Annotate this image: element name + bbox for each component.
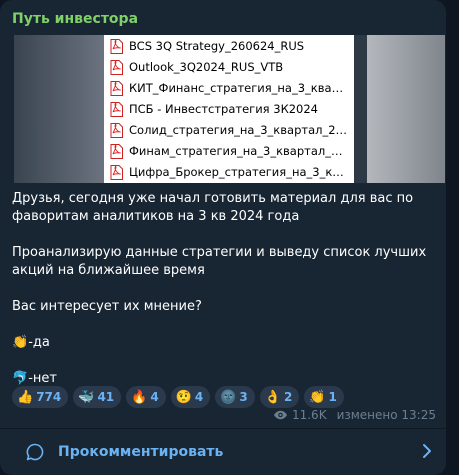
reaction-count: 4 — [194, 390, 204, 404]
file-name: КИТ_Финанс_стратегия_на_3_квартал_2... — [129, 81, 349, 95]
comments-button[interactable]: Прокомментировать — [0, 429, 446, 475]
reaction-count: 4 — [150, 390, 159, 404]
reactions-bar: 👍 774 🐳 41 🔥 4 🤨 4 🌚 3 👌 2 👏 1 — [12, 386, 344, 408]
image-blur-right — [367, 35, 445, 183]
post-line: Вас интересует их мнение? — [12, 299, 202, 314]
file-list: BCS 3Q Strategy_260624_RUS Outlook_3Q202… — [104, 35, 354, 183]
post-line: Друзья, сегодня уже начал готовить матер… — [12, 191, 414, 206]
views-count: 11.6K — [291, 408, 327, 422]
pdf-file-icon — [110, 38, 123, 54]
whale-icon: 🐳 — [78, 389, 95, 405]
reaction-count: 1 — [328, 390, 337, 404]
vote-no-text: -нет — [28, 371, 57, 386]
post-image[interactable]: BCS 3Q Strategy_260624_RUS Outlook_3Q202… — [14, 35, 445, 183]
reaction-fire[interactable]: 🔥 4 — [126, 386, 166, 408]
thumbs-up-icon: 👍 — [17, 389, 34, 405]
reaction-count: 3 — [239, 390, 248, 404]
edited-time: изменено 13:25 — [336, 408, 436, 422]
pdf-file-icon — [110, 80, 123, 96]
file-name: Цифра_Брокер_стратегия_на_3_квартал... — [129, 165, 349, 179]
file-name: BCS 3Q Strategy_260624_RUS — [129, 39, 305, 53]
clap-emoji: 👏 — [12, 335, 29, 350]
new-moon-face-icon: 🌚 — [220, 389, 237, 405]
channel-post: Путь инвестора BCS 3Q Strategy_260624_RU… — [0, 0, 446, 475]
post-text: Друзья, сегодня уже начал готовить матер… — [12, 190, 432, 388]
file-name: ПСБ - Инвестстратегия 3К2024 — [129, 102, 319, 116]
file-row: Цифра_Брокер_стратегия_на_3_квартал... — [110, 162, 354, 182]
pdf-file-icon — [110, 164, 123, 180]
comments-label: Прокомментировать — [58, 444, 224, 460]
comment-bubble-icon — [26, 443, 44, 461]
channel-name[interactable]: Путь инвестора — [12, 11, 138, 27]
eye-icon — [273, 410, 288, 420]
post-line: Проанализирую данные стратегии и выведу … — [12, 245, 427, 260]
pdf-file-icon — [110, 101, 123, 117]
post-meta: 11.6K изменено 13:25 — [273, 408, 436, 422]
reaction-ok-hand[interactable]: 👌 2 — [259, 386, 300, 408]
file-name: Финам_стратегия_на_3_квартал_2024_г... — [129, 144, 349, 158]
reaction-count: 2 — [283, 390, 293, 404]
reaction-count: 774 — [36, 390, 62, 404]
reaction-clap[interactable]: 👏 1 — [304, 386, 344, 408]
pdf-file-icon — [110, 122, 123, 138]
file-row: КИТ_Финанс_стратегия_на_3_квартал_2... — [110, 78, 354, 98]
reaction-new-moon-face[interactable]: 🌚 3 — [215, 386, 255, 408]
pdf-file-icon — [110, 59, 123, 75]
reaction-count: 41 — [97, 390, 115, 404]
file-name: Outlook_3Q2024_RUS_VTB — [129, 60, 284, 74]
reaction-whale[interactable]: 🐳 41 — [73, 386, 122, 408]
raised-eyebrow-icon: 🤨 — [175, 389, 192, 405]
file-row: Солид_стратегия_на_3_квартал_2024_го... — [110, 120, 354, 140]
file-row: Outlook_3Q2024_RUS_VTB — [110, 57, 354, 77]
reaction-thumbs-up[interactable]: 👍 774 — [12, 386, 69, 408]
vote-yes-text: -да — [28, 335, 50, 350]
file-name: Солид_стратегия_на_3_квартал_2024_го... — [129, 123, 349, 137]
chevron-right-icon — [423, 444, 431, 458]
file-row: ПСБ - Инвестстратегия 3К2024 — [110, 99, 354, 119]
file-row: Финам_стратегия_на_3_квартал_2024_г... — [110, 141, 354, 161]
ok-hand-icon: 👌 — [264, 389, 281, 405]
pdf-file-icon — [110, 143, 123, 159]
post-line: фаворитам аналитиков на 3 кв 2024 года — [12, 209, 300, 224]
dolphin-emoji: 🐬 — [12, 371, 29, 386]
post-line: акций на ближайшее время — [12, 263, 205, 278]
image-blur-left — [14, 35, 104, 183]
fire-icon: 🔥 — [131, 389, 148, 405]
clap-icon: 👏 — [309, 389, 326, 405]
vote-yes-line: 👏-да — [12, 334, 432, 352]
file-row: BCS 3Q Strategy_260624_RUS — [110, 36, 354, 56]
reaction-raised-eyebrow[interactable]: 🤨 4 — [170, 386, 211, 408]
